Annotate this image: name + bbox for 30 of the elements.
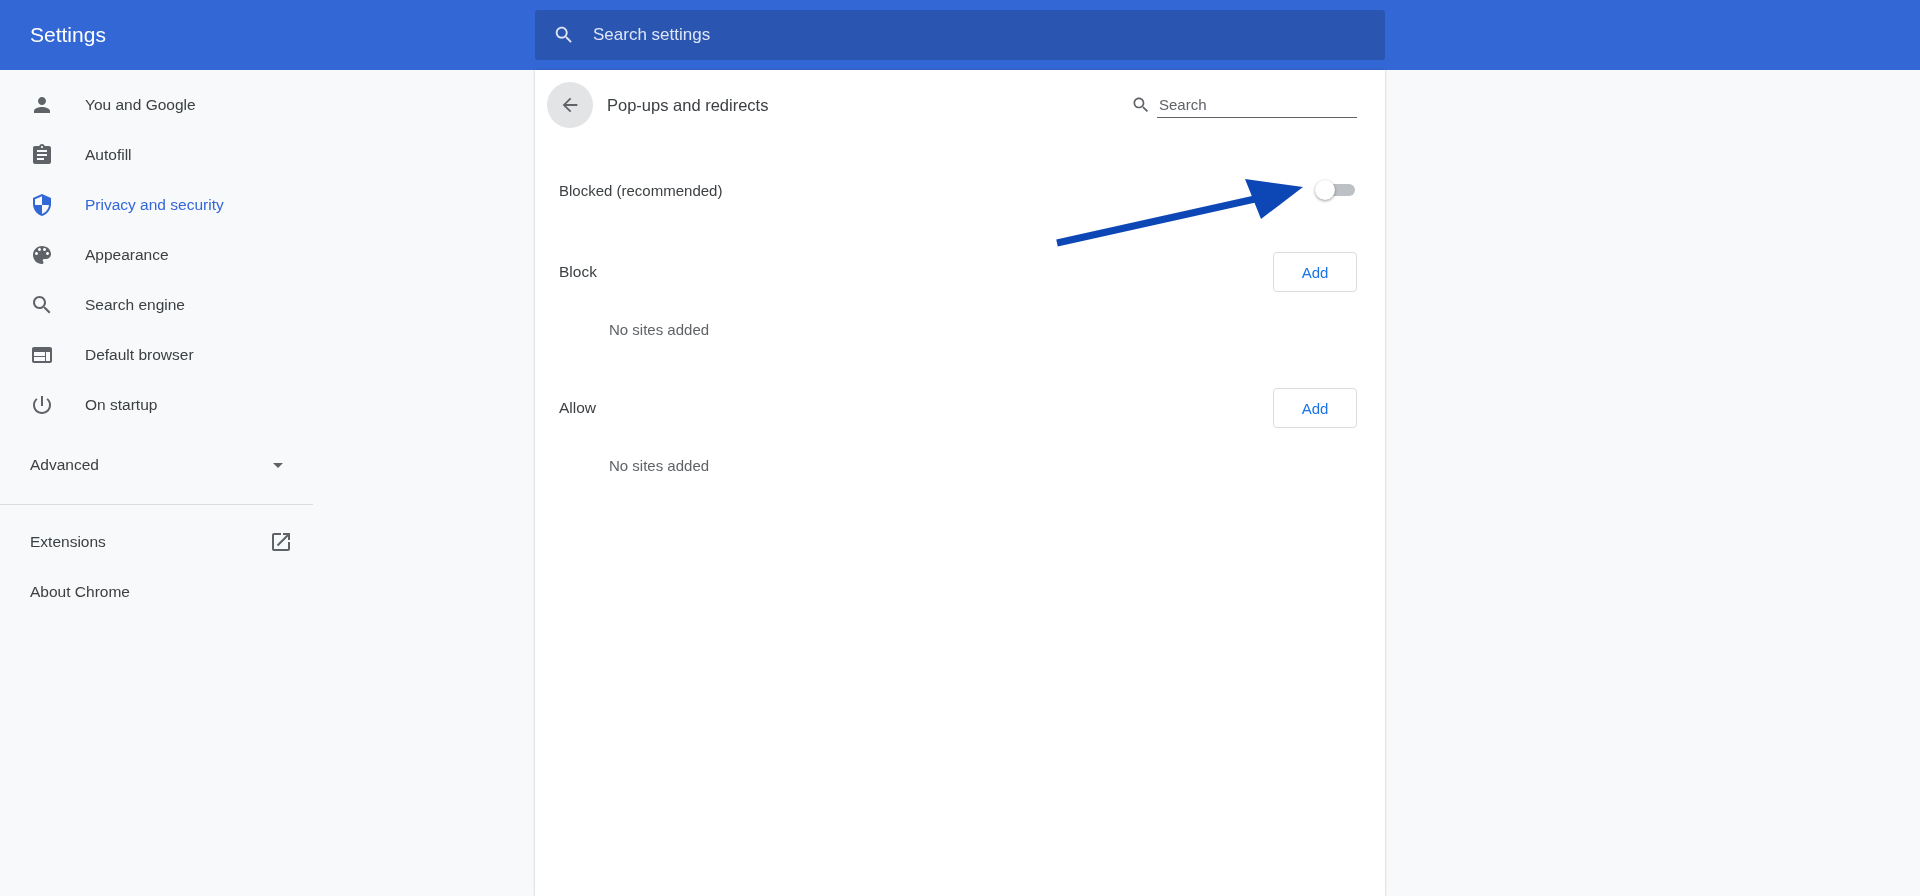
- sidebar-link[interactable]: Extensions: [0, 517, 313, 567]
- caret-icon: [273, 462, 283, 468]
- add-button[interactable]: Add: [1273, 388, 1357, 428]
- search-icon: [1131, 95, 1151, 115]
- add-button[interactable]: Add: [1273, 252, 1357, 292]
- page-title: Pop-ups and redirects: [607, 95, 770, 115]
- section-title: Allow: [559, 399, 597, 417]
- external-link-icon: [269, 530, 293, 554]
- back-button[interactable]: [547, 82, 593, 128]
- app-title: Settings: [29, 23, 107, 47]
- empty-message: No sites added: [608, 455, 711, 476]
- setting-label: Blocked (recommended): [559, 181, 723, 199]
- sidebar-item[interactable]: Default browser: [0, 330, 313, 380]
- power-icon: [30, 393, 54, 417]
- search-icon: [553, 24, 575, 46]
- sidebar-item[interactable]: Search engine: [0, 280, 313, 330]
- toggle-switch[interactable]: [1315, 178, 1355, 202]
- sidebar-item[interactable]: On startup: [0, 380, 313, 430]
- shield-icon: [30, 193, 54, 217]
- sidebar-link[interactable]: About Chrome: [0, 567, 313, 617]
- search-field[interactable]: Search settings: [535, 10, 1385, 60]
- sidebar-item[interactable]: Appearance: [0, 230, 313, 280]
- clipboard-icon: [30, 143, 54, 167]
- sidebar-item[interactable]: Autofill: [0, 130, 313, 180]
- advanced-toggle[interactable]: Advanced: [0, 440, 313, 490]
- empty-message: No sites added: [608, 319, 711, 340]
- sidebar-item[interactable]: You and Google: [0, 80, 313, 130]
- palette-icon: [30, 243, 54, 267]
- sidebar-item[interactable]: Privacy and security: [0, 180, 313, 230]
- section-title: Block: [559, 263, 597, 281]
